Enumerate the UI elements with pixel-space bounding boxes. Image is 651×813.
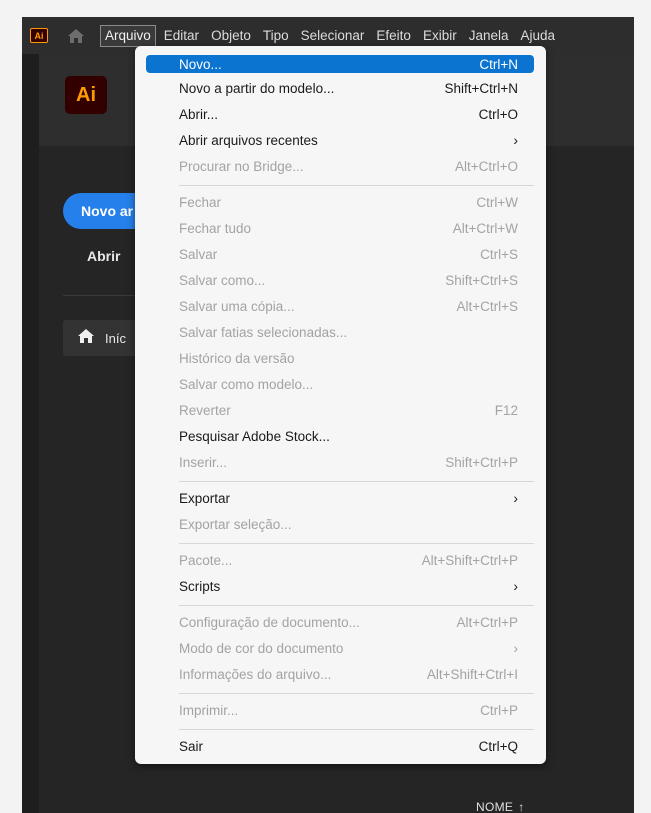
menu-item-label: Salvar uma cópia... xyxy=(179,298,295,314)
chevron-right-icon: › xyxy=(513,132,518,148)
menu-item-label: Modo de cor do documento xyxy=(179,640,344,656)
menu-item-label: Exportar xyxy=(179,490,231,506)
sort-arrow-icon: ↑ xyxy=(518,800,525,813)
menu-item-label: Salvar como... xyxy=(179,272,266,288)
menu-arquivo[interactable]: Arquivo xyxy=(100,24,156,47)
menu-item-label: Informações do arquivo... xyxy=(179,666,332,682)
menu-item-abrir-arquivos-recentes[interactable]: Abrir arquivos recentes › xyxy=(146,131,534,149)
menu-item-label: Procurar no Bridge... xyxy=(179,158,304,174)
menu-item-shortcut: Alt+Shift+Ctrl+I xyxy=(426,666,518,682)
menu-item-shortcut: Shift+Ctrl+N xyxy=(444,80,518,96)
menu-separator xyxy=(179,185,534,186)
menu-item-novo-a-partir-do-modelo[interactable]: Novo a partir do modelo... Shift+Ctrl+N xyxy=(146,79,534,97)
menu-item-pacote[interactable]: Pacote... Alt+Shift+Ctrl+P xyxy=(146,551,534,569)
chevron-right-icon: › xyxy=(513,640,518,656)
menu-selecionar[interactable]: Selecionar xyxy=(297,25,369,47)
app-logo-large: Ai xyxy=(65,76,107,114)
menu-item-label: Inserir... xyxy=(179,454,228,470)
menu-item-salvar-uma-copia[interactable]: Salvar uma cópia... Alt+Ctrl+S xyxy=(146,297,534,315)
menu-separator xyxy=(179,729,534,730)
menu-item-shortcut: Ctrl+W xyxy=(476,194,518,210)
menu-item-shortcut: Shift+Ctrl+P xyxy=(445,454,518,470)
menu-tipo[interactable]: Tipo xyxy=(259,25,293,47)
menu-item-shortcut: Alt+Ctrl+S xyxy=(456,298,518,314)
sort-label: NOME xyxy=(476,800,514,813)
menu-item-abrir[interactable]: Abrir... Ctrl+O xyxy=(146,105,534,123)
menu-item-shortcut: Alt+Ctrl+W xyxy=(452,220,518,236)
menu-item-label: Salvar como modelo... xyxy=(179,376,314,392)
menu-item-label: Salvar xyxy=(179,246,218,262)
menu-item-label: Sair xyxy=(179,738,204,754)
menu-item-shortcut: Ctrl+Q xyxy=(478,738,518,754)
menu-exibir[interactable]: Exibir xyxy=(419,25,461,47)
menu-item-reverter[interactable]: Reverter F12 xyxy=(146,401,534,419)
menu-item-imprimir[interactable]: Imprimir... Ctrl+P xyxy=(146,701,534,719)
menu-item-shortcut: Ctrl+N xyxy=(479,56,518,72)
menu-item-label: Exportar seleção... xyxy=(179,516,292,532)
menu-item-shortcut: Alt+Ctrl+P xyxy=(456,614,518,630)
menu-item-procurar-no-bridge[interactable]: Procurar no Bridge... Alt+Ctrl+O xyxy=(146,157,534,175)
menu-item-shortcut: Alt+Shift+Ctrl+P xyxy=(421,552,518,568)
menu-item-label: Novo a partir do modelo... xyxy=(179,80,335,96)
menu-item-sair[interactable]: Sair Ctrl+Q xyxy=(146,737,534,755)
menu-item-informacoes-do-arquivo[interactable]: Informações do arquivo... Alt+Shift+Ctrl+… xyxy=(146,665,534,683)
menu-item-novo[interactable]: Novo... Ctrl+N xyxy=(146,55,534,73)
open-button[interactable]: Abrir xyxy=(87,248,120,264)
menu-objeto[interactable]: Objeto xyxy=(207,25,255,47)
menu-item-shortcut: Ctrl+O xyxy=(478,106,518,122)
menu-separator xyxy=(179,481,534,482)
menu-item-label: Histórico da versão xyxy=(179,350,295,366)
menu-item-salvar-fatias-selecionadas[interactable]: Salvar fatias selecionadas... xyxy=(146,323,534,341)
menu-items: Arquivo Editar Objeto Tipo Selecionar Efeito E… xyxy=(100,24,563,47)
menu-item-shortcut: Alt+Ctrl+O xyxy=(454,158,518,174)
file-menu-dropdown: Novo... Ctrl+N Novo a partir do modelo... S… xyxy=(135,46,546,764)
menu-item-pesquisar-adobe-stock[interactable]: Pesquisar Adobe Stock... xyxy=(146,427,534,445)
sidebar-item-label: Iníc xyxy=(105,330,126,346)
menu-item-historico-da-versao[interactable]: Histórico da versão xyxy=(146,349,534,367)
menu-item-label: Scripts xyxy=(179,578,221,594)
menu-item-shortcut: F12 xyxy=(494,402,518,418)
menu-item-shortcut: Shift+Ctrl+S xyxy=(445,272,518,288)
menu-item-salvar-como-modelo[interactable]: Salvar como modelo... xyxy=(146,375,534,393)
menu-item-label: Salvar fatias selecionadas... xyxy=(179,324,348,340)
menu-separator xyxy=(179,543,534,544)
menu-janela[interactable]: Janela xyxy=(465,25,513,47)
menu-item-fechar[interactable]: Fechar Ctrl+W xyxy=(146,193,534,211)
menu-item-salvar[interactable]: Salvar Ctrl+S xyxy=(146,245,534,263)
menu-item-label: Configuração de documento... xyxy=(179,614,360,630)
menu-item-label: Fechar xyxy=(179,194,222,210)
app-logo-icon: Ai xyxy=(30,28,48,43)
menu-editar[interactable]: Editar xyxy=(160,25,203,47)
menu-item-configuracao-de-documento[interactable]: Configuração de documento... Alt+Ctrl+P xyxy=(146,613,534,631)
menu-separator xyxy=(179,693,534,694)
menu-item-scripts[interactable]: Scripts › xyxy=(146,577,534,595)
sort-by-name[interactable]: NOME ↑ xyxy=(476,800,525,813)
menu-item-label: Fechar tudo xyxy=(179,220,252,236)
chevron-right-icon: › xyxy=(513,578,518,594)
menu-item-label: Abrir arquivos recentes xyxy=(179,132,318,148)
menu-item-label: Pesquisar Adobe Stock... xyxy=(179,428,330,444)
menu-item-label: Imprimir... xyxy=(179,702,239,718)
menu-item-shortcut: Ctrl+S xyxy=(480,246,518,262)
menu-ajuda[interactable]: Ajuda xyxy=(517,25,560,47)
menu-item-inserir[interactable]: Inserir... Shift+Ctrl+P xyxy=(146,453,534,471)
menu-item-exportar[interactable]: Exportar › xyxy=(146,489,534,507)
menu-efeito[interactable]: Efeito xyxy=(372,25,415,47)
menu-item-label: Reverter xyxy=(179,402,231,418)
menu-item-label: Pacote... xyxy=(179,552,233,568)
menu-separator xyxy=(179,605,534,606)
menu-item-shortcut: Ctrl+P xyxy=(480,702,518,718)
chevron-right-icon: › xyxy=(513,490,518,506)
home-icon[interactable] xyxy=(66,27,86,45)
menu-item-label: Novo... xyxy=(179,56,222,72)
menu-item-salvar-como[interactable]: Salvar como... Shift+Ctrl+S xyxy=(146,271,534,289)
menu-item-fechar-tudo[interactable]: Fechar tudo Alt+Ctrl+W xyxy=(146,219,534,237)
home-icon xyxy=(77,328,95,349)
menu-item-exportar-selecao[interactable]: Exportar seleção... xyxy=(146,515,534,533)
menu-item-label: Abrir... xyxy=(179,106,219,122)
menu-item-modo-de-cor-do-documento[interactable]: Modo de cor do documento › xyxy=(146,639,534,657)
